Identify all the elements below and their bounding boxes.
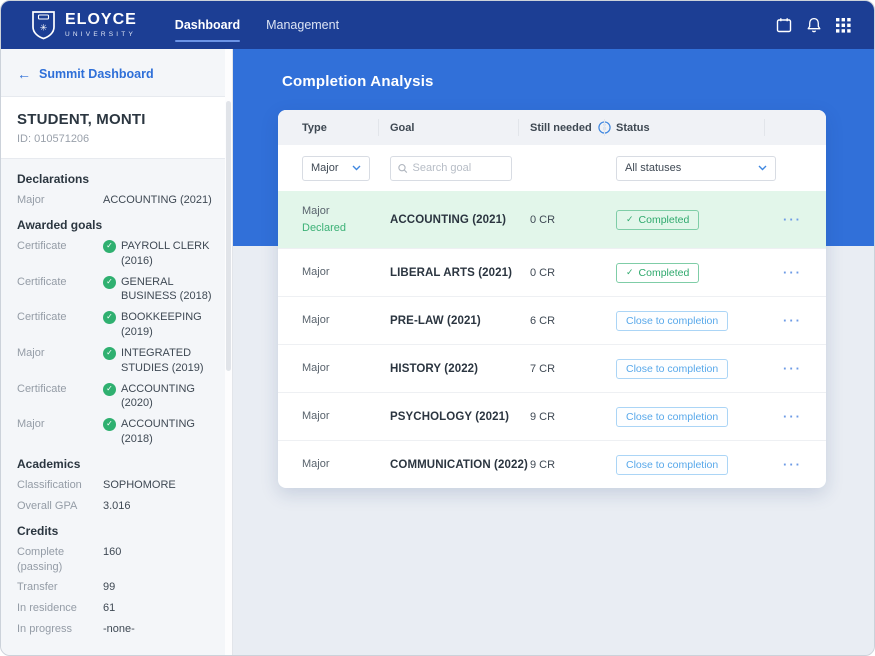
- main-content: Completion Analysis Type Goal Still need…: [233, 49, 874, 655]
- row-actions-menu[interactable]: ···: [783, 313, 802, 328]
- status-badge: Close to completion: [616, 455, 728, 475]
- check-circle-icon: ✓: [103, 276, 116, 289]
- goal-search-box: [390, 156, 512, 181]
- col-header-type: Type: [302, 110, 390, 145]
- check-icon: ✓: [626, 267, 634, 278]
- awarded-goal-row: Certificate ✓BOOKKEEPING (2019): [17, 310, 222, 340]
- credits-row: Transfer 99: [17, 580, 222, 595]
- student-id: ID: 010571206: [17, 133, 216, 145]
- status-badge: Close to completion: [616, 311, 728, 331]
- col-header-goal: Goal: [390, 110, 530, 145]
- sidebar-scrollbar-track: [225, 49, 232, 655]
- top-navbar: ✳ ELOYCE UNIVERSITY Dashboard Management: [1, 1, 874, 49]
- row-actions-menu[interactable]: ···: [783, 361, 802, 376]
- student-header: STUDENT, MONTI ID: 010571206: [1, 97, 232, 159]
- section-credits-title: Credits: [17, 524, 222, 538]
- table-row[interactable]: Major PRE-LAW (2021) 6 CR Close to compl…: [278, 296, 826, 344]
- credits-row: In progress -none-: [17, 622, 222, 637]
- page-title: Completion Analysis: [282, 73, 824, 90]
- nav-item-management[interactable]: Management: [266, 1, 339, 49]
- filter-row: Major All statuses: [278, 145, 826, 191]
- shield-logo-icon: ✳: [31, 10, 56, 40]
- row-actions-menu[interactable]: ···: [783, 212, 802, 227]
- student-name: STUDENT, MONTI: [17, 111, 216, 128]
- bell-icon[interactable]: [805, 17, 822, 34]
- back-to-summit-dashboard-link[interactable]: ← Summit Dashboard: [17, 66, 154, 82]
- primary-nav: Dashboard Management: [175, 1, 339, 49]
- academics-row: Classification SOPHOMORE: [17, 478, 222, 493]
- section-academics-title: Academics: [17, 457, 222, 471]
- check-circle-icon: ✓: [103, 418, 116, 431]
- check-circle-icon: ✓: [103, 347, 116, 360]
- section-awarded-goals-title: Awarded goals: [17, 218, 222, 232]
- academics-row: Overall GPA 3.016: [17, 499, 222, 514]
- declaration-row: Major ACCOUNTING (2021): [17, 193, 222, 208]
- apps-grid-icon[interactable]: [835, 17, 852, 34]
- app-window: ✳ ELOYCE UNIVERSITY Dashboard Management: [0, 0, 875, 656]
- credits-row: Complete (passing) 160: [17, 545, 222, 575]
- row-actions-menu[interactable]: ···: [783, 265, 802, 280]
- awarded-goal-row: Certificate ✓PAYROLL CLERK (2016): [17, 239, 222, 269]
- row-actions-menu[interactable]: ···: [783, 409, 802, 424]
- awarded-goal-row: Major ✓ACCOUNTING (2018): [17, 417, 222, 447]
- brand-subtitle: UNIVERSITY: [65, 31, 137, 38]
- type-filter-dropdown[interactable]: Major: [302, 156, 370, 181]
- navbar-icons: [775, 17, 852, 34]
- row-actions-menu[interactable]: ···: [783, 457, 802, 472]
- brand-name: ELOYCE: [65, 12, 137, 28]
- table-row[interactable]: Major COMMUNICATION (2022) 9 CR Close to…: [278, 440, 826, 488]
- table-row[interactable]: Major HISTORY (2022) 7 CR Close to compl…: [278, 344, 826, 392]
- section-declarations-title: Declarations: [17, 172, 222, 186]
- table-row[interactable]: Major LIBERAL ARTS (2021) 0 CR ✓Complete…: [278, 248, 826, 296]
- table-row[interactable]: Major PSYCHOLOGY (2021) 9 CR Close to co…: [278, 392, 826, 440]
- goal-search-input[interactable]: [413, 162, 505, 174]
- chevron-down-icon: [352, 165, 361, 171]
- col-header-status: Status: [616, 110, 776, 145]
- back-arrow-icon: ←: [17, 66, 31, 82]
- awarded-goal-row: Certificate ✓GENERAL BUSINESS (2018): [17, 275, 222, 305]
- check-circle-icon: ✓: [103, 311, 116, 324]
- check-circle-icon: ✓: [103, 383, 116, 396]
- table-header: Type Goal Still needed Status: [278, 110, 826, 145]
- calendar-icon[interactable]: [775, 17, 792, 34]
- status-badge: Close to completion: [616, 407, 728, 427]
- sidebar-scrollbar-thumb[interactable]: [226, 101, 231, 371]
- check-icon: ✓: [626, 214, 634, 225]
- search-icon: [398, 163, 408, 174]
- completion-analysis-card: Type Goal Still needed Status Major: [278, 110, 826, 488]
- nav-item-dashboard[interactable]: Dashboard: [175, 1, 240, 49]
- status-badge: ✓Completed: [616, 210, 699, 230]
- svg-text:✳: ✳: [40, 23, 48, 33]
- check-circle-icon: ✓: [103, 240, 116, 253]
- awarded-goal-row: Certificate ✓ACCOUNTING (2020): [17, 382, 222, 412]
- table-row[interactable]: Major Declared ACCOUNTING (2021) 0 CR ✓C…: [278, 191, 826, 248]
- declared-label: Declared: [302, 220, 390, 237]
- back-link-label: Summit Dashboard: [39, 67, 154, 81]
- status-badge: Close to completion: [616, 359, 728, 379]
- student-sidebar: ← Summit Dashboard STUDENT, MONTI ID: 01…: [1, 49, 233, 655]
- brand-logo[interactable]: ✳ ELOYCE UNIVERSITY: [31, 10, 137, 40]
- status-filter-dropdown[interactable]: All statuses: [616, 156, 776, 181]
- chevron-down-icon: [758, 165, 767, 171]
- status-badge: ✓Completed: [616, 263, 699, 283]
- awarded-goal-row: Major ✓INTEGRATED STUDIES (2019): [17, 346, 222, 376]
- credits-row: In residence 61: [17, 601, 222, 616]
